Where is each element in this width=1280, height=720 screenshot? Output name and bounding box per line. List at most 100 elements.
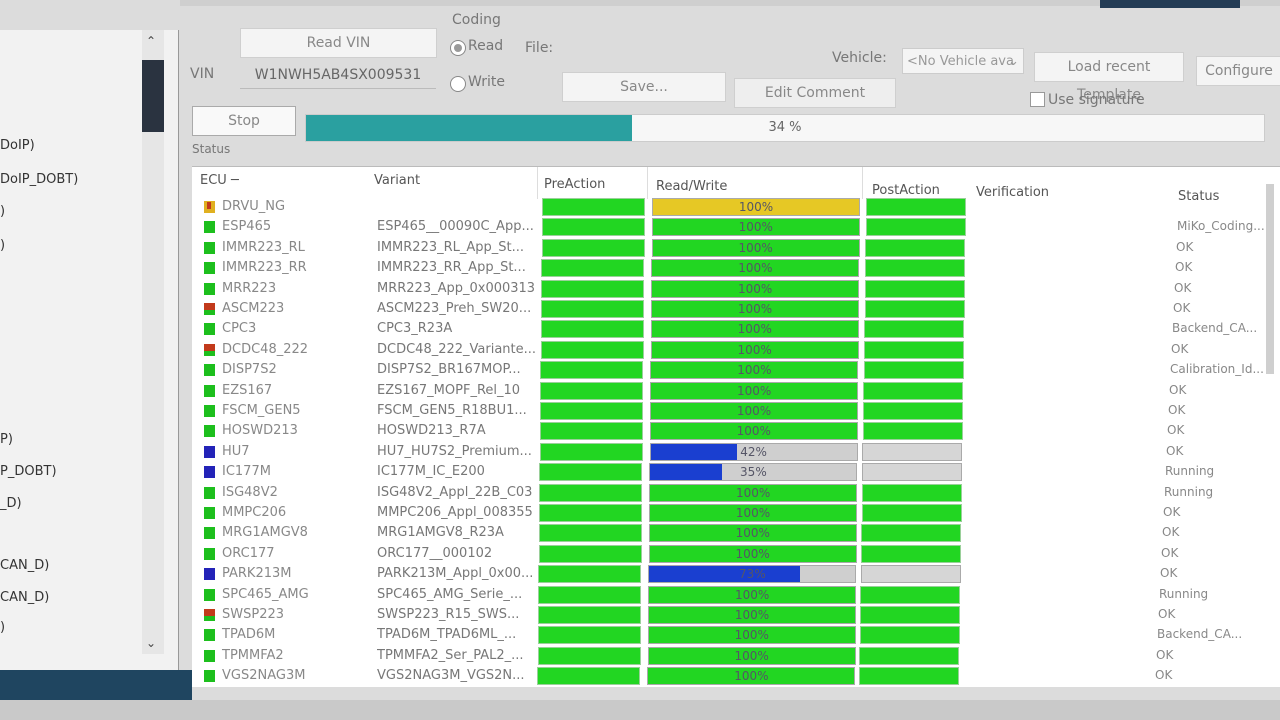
read-radio[interactable] (450, 40, 466, 56)
preaction-bar (538, 524, 642, 543)
vehicle-select[interactable]: <No Vehicle ava ⌄ (902, 48, 1024, 74)
table-row[interactable]: DISP7S2 DISP7S2_BR167MOP... 100% Calibratio… (192, 360, 1280, 380)
ecu-variant: DCDC48_222_Variante... (377, 341, 537, 357)
use-signature-checkbox[interactable] (1030, 92, 1045, 107)
table-row[interactable]: CPC3 CPC3_R23A 100% Backend_CA... (192, 319, 1280, 339)
load-template-button[interactable]: Load recent Template (1034, 52, 1184, 103)
readwrite-percent: 100% (738, 220, 773, 235)
tree-item[interactable]: ) (0, 238, 5, 253)
write-radio[interactable] (450, 76, 466, 92)
table-row[interactable]: HU7 HU7_HU7S2_Premium... 42% OK (192, 442, 1280, 462)
tree-item[interactable]: DoIP) (0, 138, 35, 153)
col-header-variant[interactable]: Variant (374, 173, 420, 188)
readwrite-progress-bar: 100% (650, 320, 859, 339)
table-row[interactable]: SPC465_AMG SPC465_AMG_Serie_... 100% Runnin… (192, 585, 1280, 605)
stop-button[interactable]: Stop (192, 106, 296, 136)
table-row[interactable]: ESP465 ESP465__00090C_App... 100% MiKo_Codi… (192, 217, 1280, 237)
ok-status-icon (204, 262, 215, 275)
preaction-bar (540, 402, 643, 420)
col-header-readwrite[interactable]: Read/Write (656, 179, 727, 194)
table-row[interactable]: VGS2NAG3M VGS2NAG3M_VGS2N... 100% OK (192, 666, 1280, 686)
tree-item[interactable]: _D) (0, 496, 22, 511)
readwrite-percent: 42% (740, 444, 767, 459)
ecu-name: FSCM_GEN5 (222, 403, 301, 418)
ecu-name: MMPC206 (222, 505, 287, 520)
ecu-name: HU7 (222, 443, 250, 459)
table-row[interactable]: ISG48V2 ISG48V2_Appl_22B_C03 100% Running (192, 483, 1280, 503)
left-scrollbar-thumb[interactable] (142, 60, 164, 132)
table-row[interactable]: SWSP223 SWSP223_R15_SWS... 100% OK (192, 605, 1280, 625)
tree-item[interactable]: DoIP_DOBT) (0, 172, 78, 187)
table-row[interactable]: IMMR223_RL IMMR223_RL_App_St... 100% OK (192, 238, 1280, 258)
table-row[interactable]: IC177M IC177M_IC_E200 35% Running (192, 462, 1280, 482)
ecu-name: TPAD6M (222, 627, 276, 643)
row-status: Backend_CA... (1157, 627, 1243, 642)
table-row[interactable]: MMPC206 MMPC206_Appl_008355 100% OK (192, 503, 1280, 523)
table-row[interactable]: MRG1AMGV8 MRG1AMGV8_R23A 100% OK (192, 523, 1280, 543)
table-row[interactable]: PARK213M PARK213M_Appl_0x00... 73% OK (192, 564, 1280, 584)
save-button[interactable]: Save... (562, 72, 726, 102)
ecu-variant: FSCM_GEN5_R18BU1... (377, 403, 527, 418)
file-label: File: (525, 40, 554, 56)
table-row[interactable]: FSCM_GEN5 FSCM_GEN5_R18BU1... 100% OK (192, 401, 1280, 421)
ok-status-icon (204, 629, 215, 642)
ok-status-icon (204, 670, 215, 683)
table-row[interactable]: DRVU_NG 100% (192, 197, 1280, 217)
ok-status-icon (204, 547, 215, 560)
preaction-bar (542, 198, 645, 216)
read-vin-button[interactable]: Read VIN (240, 28, 437, 58)
postaction-bar (861, 524, 962, 543)
window-controls[interactable] (1100, 0, 1240, 8)
readwrite-percent: 100% (736, 424, 771, 439)
readwrite-progress-bar: 100% (651, 300, 859, 318)
taskbar-segment (0, 670, 192, 700)
row-status: OK (1174, 280, 1192, 295)
ecu-name: DISP7S2 (222, 362, 277, 378)
readwrite-percent: 100% (734, 669, 769, 684)
col-divider (647, 167, 648, 199)
ecu-variant: PARK213M_Appl_0x00... (377, 566, 534, 582)
ecu-variant: SPC465_AMG_Serie_... (377, 586, 523, 602)
col-header-postaction[interactable]: PostAction (872, 183, 940, 198)
tree-item[interactable]: ) (0, 620, 5, 635)
postaction-bar (864, 320, 965, 339)
tree-item[interactable]: CAN_D) (0, 590, 49, 605)
ecu-name: EZS167 (222, 382, 273, 398)
col-header-ecu[interactable]: ECU ─ (200, 173, 239, 188)
tree-item[interactable]: P_DOBT) (0, 464, 57, 479)
table-row[interactable]: TPAD6M TPAD6M_TPAD6ML_... 100% Backend_CA..… (192, 625, 1280, 645)
scroll-up-icon[interactable]: ⌃ (146, 34, 156, 48)
postaction-bar (859, 667, 960, 686)
ok-status-icon (204, 221, 215, 234)
tree-item[interactable]: P) (0, 432, 13, 447)
table-row[interactable]: MRR223 MRR223_App_0x000313 100% OK (192, 279, 1280, 299)
edit-comment-button[interactable]: Edit Comment (734, 78, 896, 108)
ok-status-icon (204, 649, 215, 662)
table-row[interactable]: DCDC48_222 DCDC48_222_Variante... 100% OK (192, 340, 1280, 360)
table-row[interactable]: EZS167 EZS167_MOPF_Rel_10 100% OK (192, 381, 1280, 401)
readwrite-percent: 100% (737, 342, 772, 357)
scroll-down-icon[interactable]: ⌄ (146, 636, 156, 650)
table-scrollbar[interactable] (1266, 184, 1274, 374)
readwrite-percent: 100% (737, 383, 772, 398)
postaction-bar (860, 606, 960, 624)
preaction-bar (539, 442, 643, 461)
preaction-bar (537, 626, 641, 645)
left-scrollbar[interactable]: ⌃ ⌄ (142, 30, 164, 654)
readwrite-progress-bar: 100% (650, 381, 859, 400)
readwrite-progress-bar: 100% (649, 422, 858, 441)
table-row[interactable]: ASCM223 ASCM223_Preh_SW20... 100% OK (192, 299, 1280, 319)
table-row[interactable]: TPMMFA2 TPMMFA2_Ser_PAL2_... 100% OK (192, 646, 1280, 666)
preaction-bar (537, 646, 641, 665)
readwrite-progress-bar: 35% (649, 463, 858, 482)
col-header-preaction[interactable]: PreAction (544, 177, 605, 192)
configure-button[interactable]: Configure (1196, 56, 1280, 86)
tree-item[interactable]: CAN_D) (0, 558, 49, 573)
table-row[interactable]: ORC177 ORC177__000102 100% OK (192, 544, 1280, 564)
row-status: OK (1175, 260, 1193, 275)
table-row[interactable]: HOSWD213 HOSWD213_R7A 100% OK (192, 421, 1280, 441)
table-row[interactable]: IMMR223_RR IMMR223_RR_App_St... 100% OK (192, 258, 1280, 278)
vin-field[interactable]: W1NWH5AB4SX009531 (240, 62, 436, 89)
readwrite-progress-bar: 100% (652, 198, 860, 216)
tree-item[interactable]: ) (0, 204, 5, 219)
